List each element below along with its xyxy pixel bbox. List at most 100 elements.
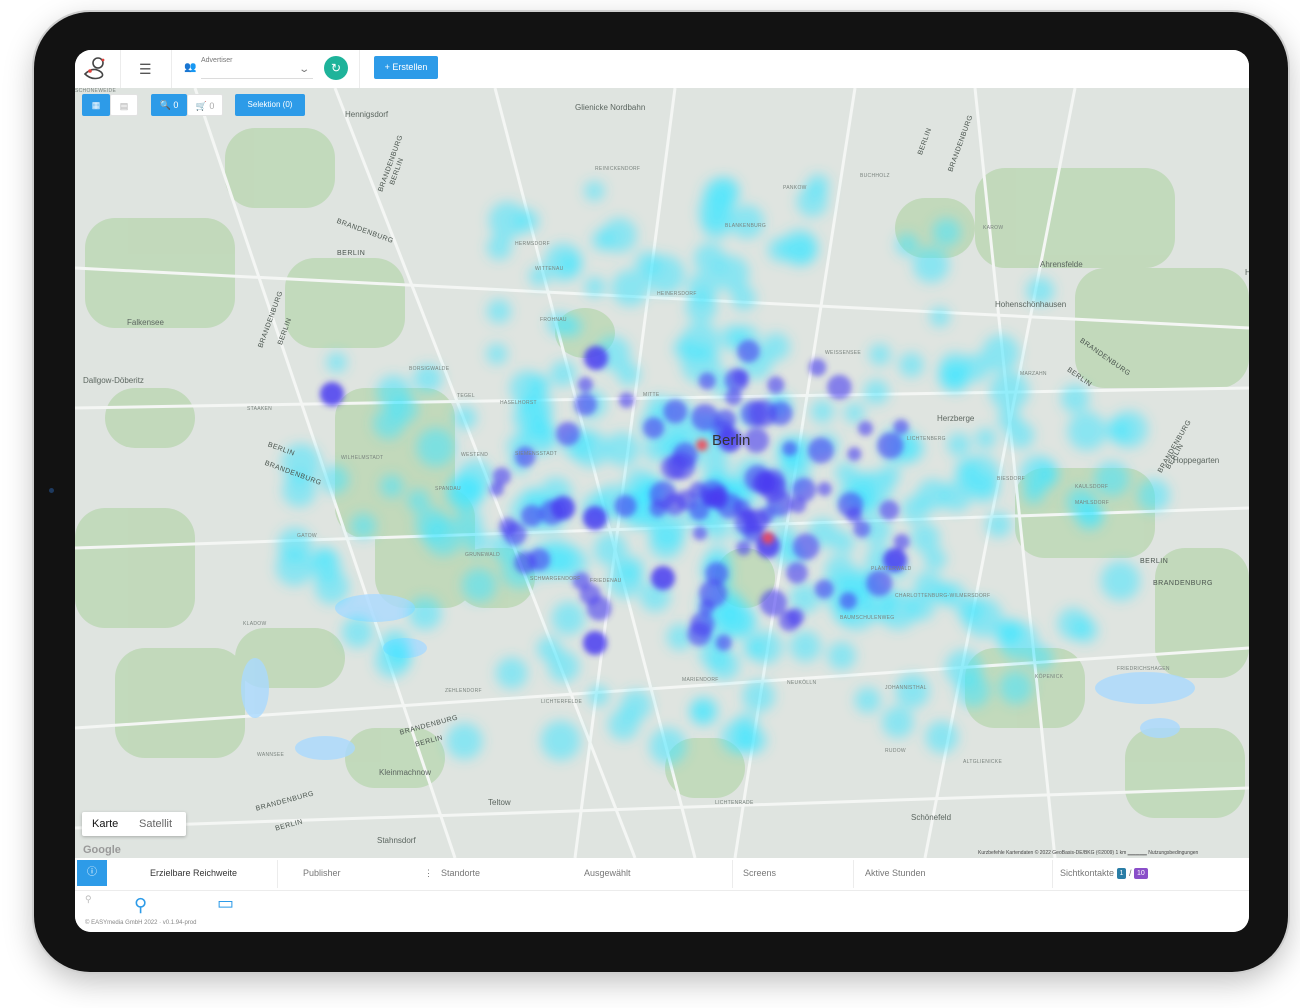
- search-count: 0: [173, 100, 179, 110]
- heat-point: [879, 500, 900, 520]
- map-type-map[interactable]: Karte: [92, 812, 118, 836]
- heat-point: [551, 601, 586, 635]
- heat-point: [893, 419, 909, 435]
- map-label: WITTENAU: [535, 266, 564, 272]
- more-icon[interactable]: ⋮: [424, 868, 433, 879]
- heat-point: [1100, 561, 1141, 601]
- heat-point: [975, 428, 997, 449]
- location-pin-icon[interactable]: ⚲: [134, 895, 147, 916]
- map-label: BORSIGWALDE: [409, 366, 450, 372]
- heat-point: [827, 374, 852, 400]
- heat-point: [1081, 503, 1102, 524]
- map-label: TEGEL: [457, 393, 475, 399]
- map-label: SCHMARGENDORF: [530, 576, 581, 582]
- map-label: REINICKENDORF: [595, 166, 641, 172]
- col-selected[interactable]: Ausgewählt: [584, 868, 631, 878]
- col-screens[interactable]: Screens: [743, 868, 776, 878]
- heat-point: [997, 407, 1021, 431]
- map-label: RUDOW: [885, 748, 906, 754]
- heat-point: [532, 420, 557, 444]
- app-logo-icon[interactable]: [81, 56, 111, 82]
- cart-button[interactable]: 🛒 0: [187, 94, 223, 116]
- map-label: Kleinmachnow: [379, 768, 432, 777]
- heat-point: [767, 376, 785, 394]
- heat-point: [415, 507, 449, 541]
- heat-point: [732, 369, 749, 386]
- heat-point: [605, 432, 640, 467]
- heat-point: [827, 641, 856, 670]
- heat-point: [546, 311, 571, 336]
- stats-panel: ⓘ Erzielbare Reichweite Publisher ⋮ Stan…: [75, 858, 1249, 932]
- heat-point: [989, 371, 1029, 411]
- screen-icon[interactable]: ▭: [217, 893, 234, 914]
- lake: [295, 736, 355, 760]
- heat-point: [981, 334, 1020, 372]
- heat-point: [583, 506, 607, 530]
- heat-point: [715, 634, 732, 651]
- heat-point: [817, 481, 832, 497]
- heat-point: [1035, 462, 1059, 486]
- search-filter-button[interactable]: 🔍 0: [151, 94, 187, 116]
- heat-point: [939, 352, 970, 383]
- heat-point: [692, 526, 708, 541]
- contacts-badge-b: 10: [1134, 868, 1148, 880]
- heat-point: [782, 441, 798, 457]
- heat-point: [587, 685, 610, 707]
- create-button[interactable]: + Erstellen: [374, 56, 438, 79]
- heat-point: [853, 520, 871, 538]
- heat-point: [381, 629, 410, 659]
- heat-point: [947, 432, 971, 457]
- heat-point: [742, 680, 775, 713]
- table-view-button[interactable]: ▤: [110, 94, 138, 116]
- heat-hotspot: [762, 532, 774, 544]
- heat-point: [768, 401, 793, 426]
- map-label: KLADOW: [243, 621, 267, 627]
- col-publisher[interactable]: Publisher: [303, 868, 341, 878]
- heat-point: [649, 727, 687, 765]
- map-label: LICHTENRADE: [715, 800, 754, 806]
- heat-point: [320, 465, 349, 494]
- heat-point: [831, 530, 855, 554]
- advertiser-select[interactable]: [201, 78, 313, 79]
- col-contacts[interactable]: Sichtkontakte 1 / 10: [1060, 868, 1148, 880]
- col-locations[interactable]: Standorte: [441, 868, 480, 878]
- map-label: MAHLSDORF: [1075, 500, 1110, 506]
- heat-point: [350, 513, 377, 539]
- selection-button[interactable]: Selektion (0): [235, 94, 305, 116]
- google-logo: Google: [83, 844, 121, 856]
- heat-point: [1061, 384, 1090, 413]
- heat-point: [584, 346, 608, 370]
- heatmap-map[interactable]: Hennigsdorf Glienicke Nordbahn Falkensee Da…: [75, 88, 1249, 858]
- heat-point: [877, 432, 904, 459]
- pin-small-icon: ⚲: [85, 894, 92, 904]
- map-label: Glienicke Nordbahn: [575, 103, 646, 112]
- menu-icon[interactable]: ☰: [139, 61, 152, 78]
- heat-point: [649, 481, 677, 509]
- heat-point: [1067, 411, 1107, 451]
- heat-point: [407, 489, 430, 512]
- heat-point: [1028, 645, 1054, 670]
- map-attribution[interactable]: Kurzbefehle Kartendaten © 2022 GeoBasis-…: [978, 850, 1198, 856]
- heat-point: [837, 492, 864, 518]
- map-canvas[interactable]: [75, 88, 1249, 858]
- map-label: MARZAHN: [1020, 371, 1047, 377]
- chevron-down-icon[interactable]: ⌄: [298, 64, 310, 75]
- contacts-label: Sichtkontakte: [1060, 868, 1115, 878]
- map-type-satellite[interactable]: Satellit: [139, 812, 172, 836]
- info-icon[interactable]: ⓘ: [77, 860, 107, 886]
- heat-point: [858, 420, 873, 436]
- col-active-hours[interactable]: Aktive Stunden: [865, 868, 926, 878]
- map-label: SIEMENSSTADT: [515, 451, 558, 457]
- heat-point: [925, 720, 958, 754]
- heat-point: [736, 540, 752, 556]
- heat-point: [579, 583, 601, 605]
- green-area: [975, 168, 1175, 268]
- map-label: WEISSENSEE: [825, 350, 862, 356]
- heat-point: [651, 566, 675, 590]
- lake: [1095, 672, 1195, 704]
- heat-point: [940, 480, 972, 512]
- map-label: NEUKÖLLN: [787, 680, 817, 686]
- history-button[interactable]: ↻: [324, 56, 348, 80]
- green-area: [1125, 728, 1245, 818]
- map-view-button[interactable]: ▦: [82, 94, 110, 116]
